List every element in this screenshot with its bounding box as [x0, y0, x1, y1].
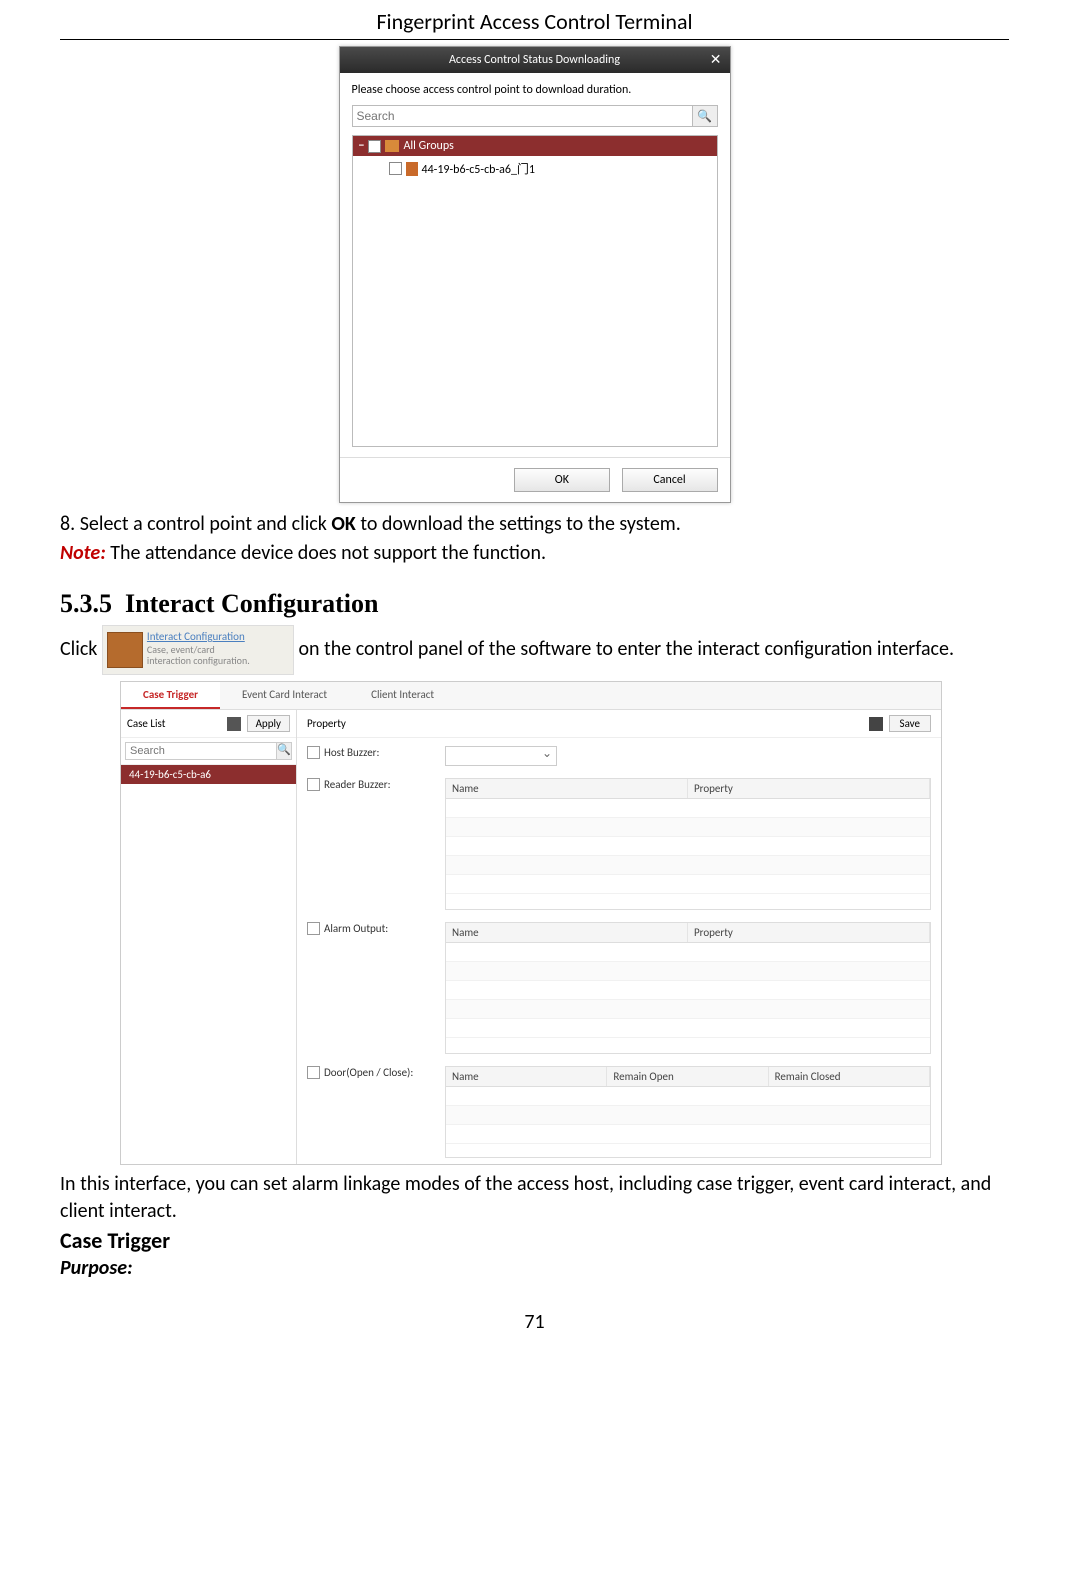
page-number: 71 — [60, 1310, 1009, 1334]
step-8: 8. Select a control point and click OK t… — [60, 511, 1009, 538]
grid-col-property: Property — [688, 779, 930, 798]
tree-root-row[interactable]: − All Groups — [353, 136, 717, 156]
door-icon — [107, 632, 143, 668]
case-trigger-heading: Case Trigger — [60, 1227, 1009, 1254]
host-buzzer-label: Host Buzzer: — [324, 746, 379, 759]
collapse-icon[interactable]: − — [359, 139, 365, 153]
add-icon[interactable] — [227, 717, 241, 731]
host-buzzer-checkbox[interactable] — [307, 746, 320, 759]
note-label: Note: — [60, 541, 106, 565]
ok-word: OK — [331, 512, 355, 536]
section-title: Interact Configuration — [125, 589, 378, 618]
search-icon[interactable]: 🔍 — [693, 105, 718, 127]
grid-col-property: Property — [688, 923, 930, 942]
reader-buzzer-grid[interactable]: Name Property — [445, 778, 931, 910]
download-dialog: Access Control Status Downloading ✕ Plea… — [339, 46, 731, 503]
step-text-c: to download the settings to the system. — [356, 512, 681, 536]
tree-child-label: 44-19-b6-c5-cb-a6_门1 — [422, 160, 536, 177]
reader-buzzer-checkbox[interactable] — [307, 778, 320, 791]
case-search-input[interactable] — [125, 742, 277, 760]
click-line: Click Interact Configuration Case, event… — [60, 625, 1009, 675]
tree-checkbox[interactable] — [389, 162, 402, 175]
ok-button[interactable]: OK — [514, 468, 610, 492]
tab-client-interact[interactable]: Client Interact — [349, 682, 456, 709]
host-buzzer-select[interactable] — [445, 746, 557, 766]
tab-case-trigger[interactable]: Case Trigger — [121, 682, 220, 709]
purpose-label: Purpose: — [60, 1256, 1009, 1280]
search-input[interactable] — [352, 105, 693, 127]
reader-buzzer-label: Reader Buzzer: — [324, 778, 391, 791]
grid-col-remain-closed: Remain Closed — [769, 1067, 930, 1086]
alarm-output-checkbox[interactable] — [307, 922, 320, 935]
grid-col-remain-open: Remain Open — [607, 1067, 768, 1086]
after-shot2-text: In this interface, you can set alarm lin… — [60, 1171, 1009, 1225]
grid-col-name: Name — [446, 779, 688, 798]
grid-col-name: Name — [446, 923, 688, 942]
section-number: 5.3.5 — [60, 589, 112, 618]
door-checkbox[interactable] — [307, 1066, 320, 1079]
save-button[interactable]: Save — [889, 715, 931, 732]
dialog-instruction: Please choose access control point to do… — [352, 83, 718, 97]
grid-col-name: Name — [446, 1067, 607, 1086]
folder-icon — [385, 140, 399, 152]
alarm-output-grid[interactable]: Name Property — [445, 922, 931, 1054]
door-grid[interactable]: Name Remain Open Remain Closed — [445, 1066, 931, 1158]
tree-child-row[interactable]: 44-19-b6-c5-cb-a6_门1 — [353, 156, 717, 181]
search-icon[interactable]: 🔍 — [277, 742, 292, 760]
tree-checkbox[interactable] — [368, 140, 381, 153]
case-list-label: Case List — [127, 717, 165, 730]
door-label: Door(Open / Close): — [324, 1066, 413, 1079]
icon-subtitle: Case, event/cardinteraction configuratio… — [147, 644, 250, 666]
dialog-title-text: Access Control Status Downloading — [449, 53, 620, 67]
tree-root-label: All Groups — [403, 139, 453, 153]
step-number: 8. — [60, 512, 75, 536]
page-header: Fingerprint Access Control Terminal — [60, 0, 1009, 40]
interact-config-screenshot: Case Trigger Event Card Interact Client … — [120, 681, 942, 1165]
section-heading: 5.3.5 Interact Configuration — [60, 589, 1009, 619]
tab-event-card-interact[interactable]: Event Card Interact — [220, 682, 349, 709]
interact-config-button[interactable]: Interact Configuration Case, event/cardi… — [102, 625, 294, 675]
group-tree[interactable]: − All Groups 44-19-b6-c5-cb-a6_门1 — [352, 135, 718, 447]
click-text-a: Click — [60, 637, 102, 661]
close-icon[interactable]: ✕ — [710, 51, 722, 68]
cancel-button[interactable]: Cancel — [622, 468, 718, 492]
save-icon — [869, 717, 883, 731]
apply-button[interactable]: Apply — [247, 715, 290, 732]
door-icon — [406, 162, 418, 176]
property-label: Property — [307, 717, 346, 730]
note-text: The attendance device does not support t… — [106, 541, 546, 565]
case-list-item[interactable]: 44-19-b6-c5-cb-a6 — [121, 765, 296, 784]
dialog-titlebar: Access Control Status Downloading ✕ — [340, 47, 730, 73]
step-text-a: Select a control point and click — [80, 512, 332, 536]
click-text-b: on the control panel of the software to … — [294, 637, 954, 661]
alarm-output-label: Alarm Output: — [324, 922, 388, 935]
note-line: Note: The attendance device does not sup… — [60, 540, 1009, 567]
tabs-bar: Case Trigger Event Card Interact Client … — [121, 682, 941, 710]
